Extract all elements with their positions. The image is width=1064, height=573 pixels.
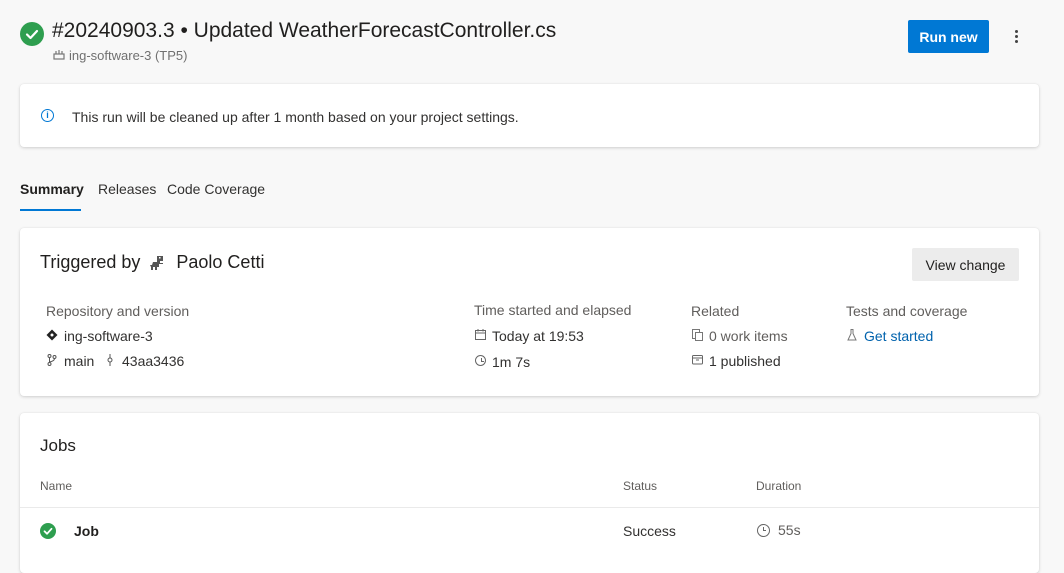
- job-name[interactable]: Job: [74, 523, 99, 539]
- repo-heading: Repository and version: [46, 303, 190, 319]
- column-header-status: Status: [623, 479, 658, 493]
- triggered-user[interactable]: Paolo Cetti: [176, 252, 264, 273]
- clock-icon: [474, 355, 486, 369]
- get-started-link[interactable]: Get started: [864, 328, 933, 344]
- work-item-icon: [691, 328, 703, 344]
- more-options-icon[interactable]: [1008, 24, 1024, 48]
- tab-releases[interactable]: Releases: [98, 181, 156, 197]
- commit-id: 43aa3436: [122, 353, 185, 369]
- view-change-button[interactable]: View change: [912, 248, 1019, 281]
- active-tab-indicator: [20, 209, 81, 211]
- related-heading: Related: [691, 303, 740, 319]
- triggered-by-label: Triggered by: [40, 252, 141, 272]
- triggered-by: Triggered by Paolo Cetti: [40, 252, 264, 273]
- commit-link[interactable]: 43aa3436: [104, 353, 184, 369]
- tests-get-started[interactable]: Get started: [846, 328, 933, 344]
- time-elapsed: 1m 7s: [474, 354, 530, 370]
- run-new-button[interactable]: Run new: [908, 20, 989, 53]
- repo-name: ing-software-3: [64, 328, 153, 344]
- published-link[interactable]: 1 published: [691, 353, 781, 369]
- job-status: Success: [623, 523, 676, 539]
- avatar-icon[interactable]: [148, 253, 168, 273]
- info-icon: i: [41, 109, 54, 122]
- time-heading: Time started and elapsed: [474, 302, 632, 318]
- project-subtitle[interactable]: ing-software-3 (TP5): [53, 48, 187, 63]
- work-items-value: 0 work items: [709, 328, 788, 344]
- clock-icon: [757, 523, 770, 537]
- success-check-icon: [40, 523, 56, 539]
- page-title: #20240903.3 • Updated WeatherForecastCon…: [52, 19, 557, 42]
- time-elapsed-value: 1m 7s: [492, 354, 531, 370]
- job-duration-value: 55s: [778, 522, 801, 538]
- table-row[interactable]: [20, 508, 1039, 553]
- column-header-duration: Duration: [756, 479, 802, 493]
- flask-icon: [846, 328, 858, 344]
- job-duration: 55s: [757, 522, 801, 538]
- banner-text: This run will be cleaned up after 1 mont…: [72, 109, 519, 125]
- artifact-icon: [691, 354, 703, 368]
- published-value: 1 published: [709, 353, 781, 369]
- calendar-icon: [474, 329, 486, 343]
- pipeline-icon: [53, 48, 65, 63]
- tab-summary[interactable]: Summary: [20, 181, 84, 197]
- tests-heading: Tests and coverage: [846, 303, 968, 319]
- repo-link[interactable]: ing-software-3: [46, 328, 153, 344]
- branch-icon: [46, 353, 58, 369]
- branch-name: main: [64, 353, 95, 369]
- column-header-name: Name: [40, 479, 73, 493]
- commit-icon: [104, 353, 116, 369]
- project-name: ing-software-3 (TP5): [69, 48, 188, 63]
- work-items-link[interactable]: 0 work items: [691, 328, 788, 344]
- time-started: Today at 19:53: [474, 328, 584, 344]
- success-check-icon: [20, 22, 44, 46]
- time-started-value: Today at 19:53: [492, 328, 584, 344]
- tab-code-coverage[interactable]: Code Coverage: [167, 181, 265, 197]
- repo-icon: [46, 329, 58, 344]
- branch-link[interactable]: main: [46, 353, 94, 369]
- jobs-title: Jobs: [40, 436, 76, 455]
